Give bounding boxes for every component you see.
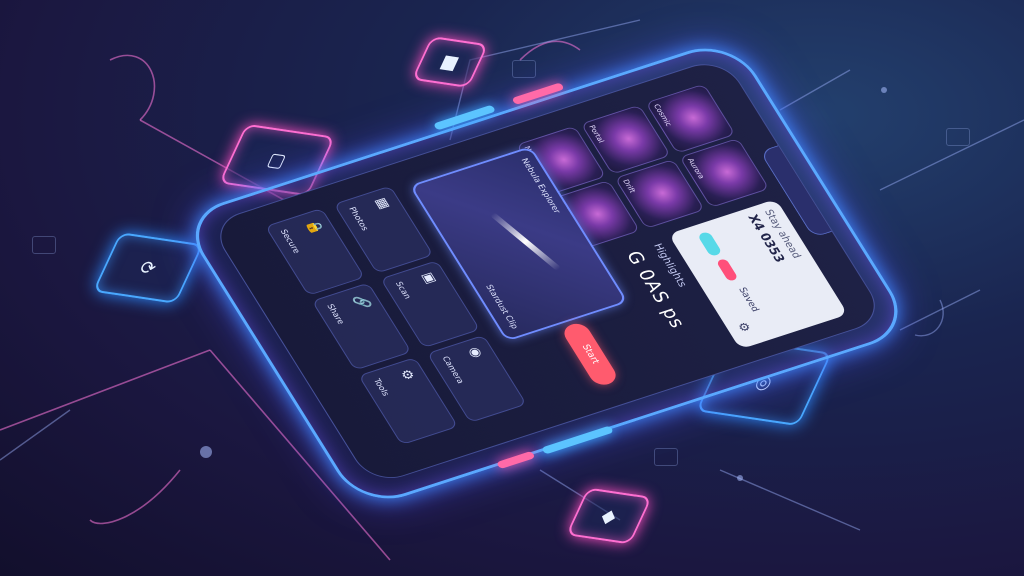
bottom-card-label: Tools <box>371 377 391 398</box>
header-toggle[interactable] <box>697 231 723 257</box>
camera-icon: ◉ <box>464 345 486 360</box>
header-tag: Saved <box>735 286 761 314</box>
thumb-caption: Cosmic <box>651 103 674 128</box>
cta-button[interactable]: Start <box>559 320 621 388</box>
hero-caption-bottom: Stardust Clip <box>483 283 520 330</box>
bottom-card-label: Share <box>325 302 347 326</box>
bottom-card-label: Camera <box>440 355 466 385</box>
qr-icon: ▣ <box>418 270 440 286</box>
comet-streak <box>489 212 562 271</box>
chip-decor <box>512 60 536 78</box>
big-heading: G 0AS ps <box>621 248 690 332</box>
square-icon: ■ <box>437 50 463 74</box>
bottom-card-label: Photos <box>347 205 371 232</box>
chip-decor <box>32 236 56 254</box>
diamond-icon: ◆ <box>597 504 621 528</box>
thumb-caption: Drift <box>620 178 637 194</box>
thumb-caption: Aurora <box>685 157 706 180</box>
thumb-caption: Portal <box>587 124 606 144</box>
status-pill <box>715 258 739 282</box>
chip-decor <box>654 448 678 466</box>
scene: ■ ▢ ⟳ ◎ ◆ Stay ahead X4 0353 Saved ⚙ Cos… <box>0 0 1024 576</box>
chip-decor <box>946 128 970 146</box>
sync-icon: ⟳ <box>136 256 160 280</box>
bottom-card-label: Scan <box>393 280 413 300</box>
image-icon: ▦ <box>371 196 393 212</box>
window-icon: ▢ <box>264 148 290 172</box>
gear-icon[interactable]: ⚙ <box>734 320 753 334</box>
bottom-card-label: Secure <box>278 228 302 255</box>
lock-icon: 🔒 <box>302 218 327 237</box>
link-icon: 🔗 <box>349 292 373 312</box>
settings-icon: ⚙ <box>396 367 418 383</box>
